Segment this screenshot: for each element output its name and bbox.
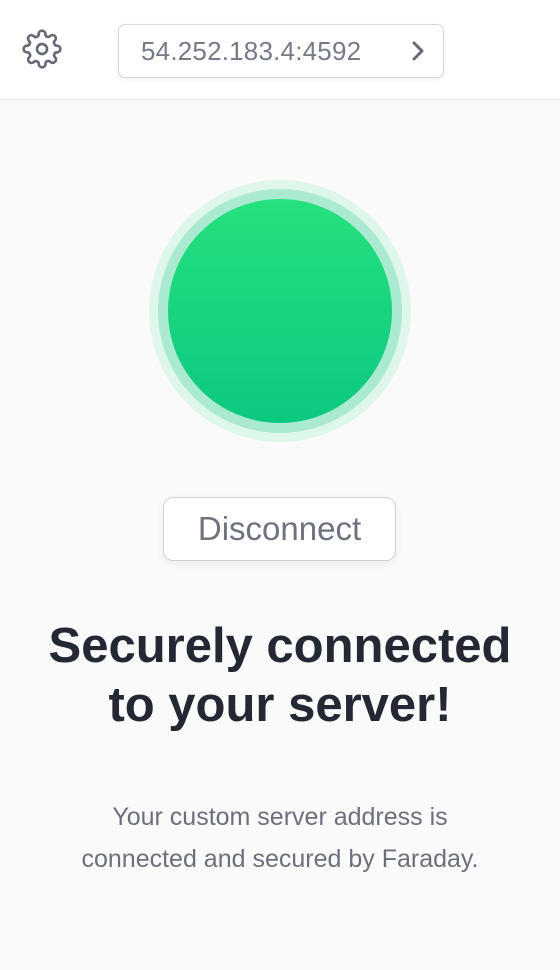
- disconnect-button[interactable]: Disconnect: [163, 497, 396, 561]
- status-description: Your custom server address is connected …: [0, 796, 560, 880]
- description-line-2: connected and secured by Faraday.: [81, 845, 479, 873]
- top-bar: 54.252.183.4:4592: [0, 0, 560, 100]
- chevron-right-icon: [405, 38, 431, 64]
- settings-button[interactable]: [22, 28, 62, 74]
- status-headline: Securely connected to your server!: [0, 617, 560, 735]
- connection-status-orb: [149, 180, 411, 442]
- server-address: 54.252.183.4:4592: [141, 36, 362, 66]
- server-address-selector[interactable]: 54.252.183.4:4592: [118, 24, 444, 78]
- headline-line-1: Securely connected: [48, 619, 512, 673]
- status-orb-core: [168, 199, 392, 423]
- description-line-1: Your custom server address is: [112, 803, 448, 831]
- gear-icon: [22, 28, 62, 74]
- headline-line-2: to your server!: [108, 678, 452, 732]
